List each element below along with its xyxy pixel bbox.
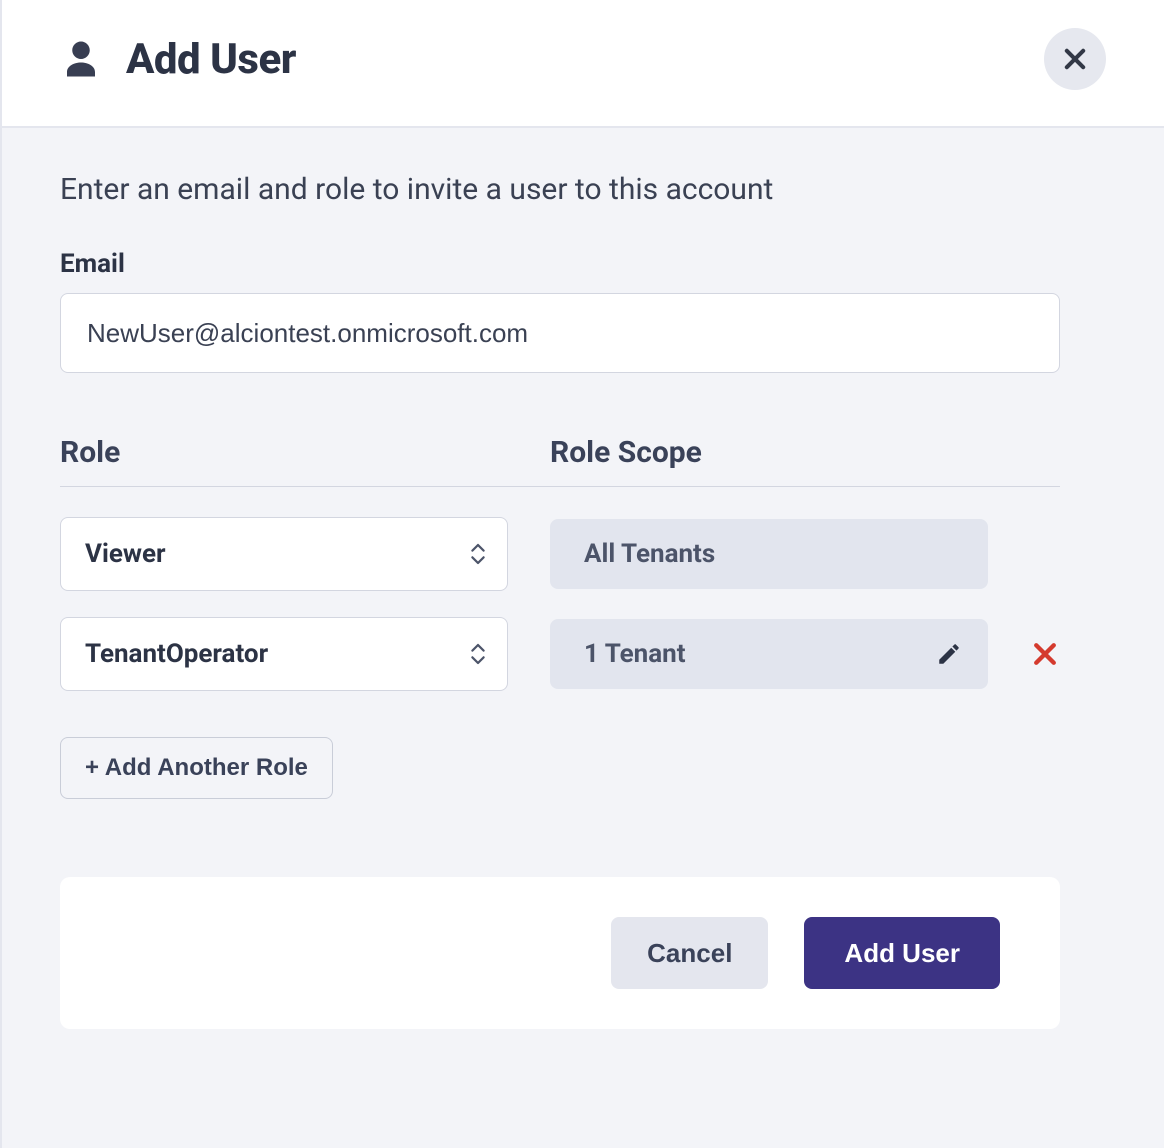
scope-column-header: Role Scope: [550, 435, 1060, 470]
scope-text: 1 Tenant: [584, 639, 686, 669]
email-label: Email: [60, 249, 1106, 279]
role-headers: Role Role Scope: [60, 435, 1060, 487]
role-column-header: Role: [60, 435, 508, 470]
email-input[interactable]: [60, 293, 1060, 373]
user-icon: [60, 38, 102, 80]
close-button[interactable]: [1044, 28, 1106, 90]
modal-header: Add User: [2, 0, 1164, 128]
edit-icon[interactable]: [936, 641, 962, 667]
scope-display: All Tenants: [550, 519, 988, 589]
modal-title: Add User: [126, 35, 296, 84]
close-icon: [1061, 45, 1089, 73]
role-select-value: TenantOperator: [85, 639, 268, 669]
modal-footer: Cancel Add User: [60, 877, 1060, 1029]
cancel-button[interactable]: Cancel: [611, 917, 768, 989]
role-select[interactable]: TenantOperator: [60, 617, 508, 691]
add-user-button[interactable]: Add User: [804, 917, 1000, 989]
chevron-updown-icon: [469, 540, 487, 568]
modal-body: Enter an email and role to invite a user…: [2, 128, 1164, 1061]
scope-display[interactable]: 1 Tenant: [550, 619, 988, 689]
scope-text: All Tenants: [584, 539, 715, 569]
instruction-text: Enter an email and role to invite a user…: [60, 172, 1106, 207]
role-select-value: Viewer: [85, 539, 166, 569]
role-row: TenantOperator 1 Tenant: [60, 617, 1060, 691]
role-section: Role Role Scope Viewer All Tenants: [60, 435, 1060, 799]
add-role-button[interactable]: + Add Another Role: [60, 737, 333, 799]
header-title-group: Add User: [60, 35, 296, 84]
chevron-updown-icon: [469, 640, 487, 668]
role-row: Viewer All Tenants: [60, 517, 1060, 591]
add-user-modal: Add User Enter an email and role to invi…: [0, 0, 1164, 1148]
email-field-group: Email: [60, 249, 1106, 373]
remove-role-icon[interactable]: [1030, 639, 1060, 669]
role-select[interactable]: Viewer: [60, 517, 508, 591]
